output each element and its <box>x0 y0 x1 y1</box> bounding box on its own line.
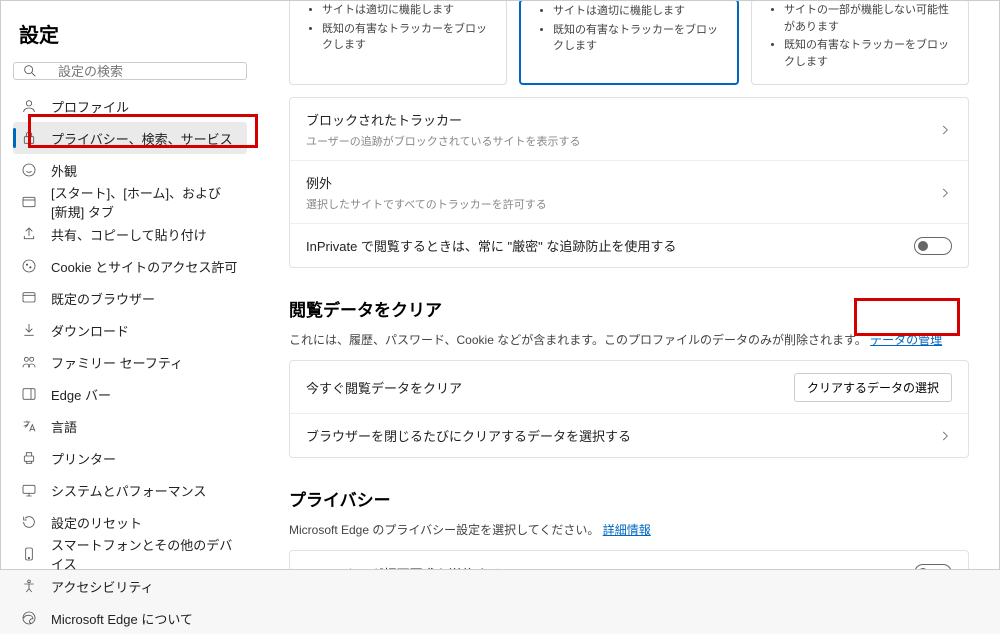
card-item: 既知の有害なトラッカーをブロックします <box>553 22 723 55</box>
row-subtitle: ユーザーの追跡がブロックされているサイトを表示する <box>306 133 580 149</box>
language-icon <box>21 418 37 434</box>
clear-data-rows: 今すぐ閲覧データをクリア クリアするデータの選択 ブラウザーを閉じるたびにクリア… <box>289 360 969 458</box>
nav-label: プライバシー、検索、サービス <box>51 129 233 148</box>
row-title: トラッキング拒否要求を送信する <box>306 564 501 570</box>
share-icon <box>21 226 37 242</box>
nav-label: 設定のリセット <box>51 513 142 532</box>
nav-label: 既定のブラウザー <box>51 289 155 308</box>
nav: プロファイル プライバシー、検索、サービス 外観 [スタート]、[ホーム]、およ… <box>13 90 247 634</box>
nav-downloads[interactable]: ダウンロード <box>13 314 247 346</box>
tab-icon <box>21 194 37 210</box>
chevron-right-icon <box>938 429 952 443</box>
printer-icon <box>21 450 37 466</box>
manage-data-link[interactable]: データの管理 <box>870 333 942 347</box>
nav-label: Edge バー <box>51 385 111 404</box>
clear-data-desc: これには、履歴、パスワード、Cookie などが含まれます。このプロファイルのデ… <box>289 331 969 348</box>
do-not-track-row: トラッキング拒否要求を送信する <box>290 551 968 569</box>
chevron-right-icon <box>938 186 952 200</box>
nav-appearance[interactable]: 外観 <box>13 154 247 186</box>
card-item: 既知の有害なトラッカーをブロックします <box>322 21 492 54</box>
nav-system[interactable]: システムとパフォーマンス <box>13 474 247 506</box>
phone-icon <box>21 546 37 562</box>
nav-about[interactable]: Microsoft Edge について <box>13 602 247 634</box>
person-icon <box>21 98 37 114</box>
nav-label: 言語 <box>51 417 77 436</box>
search-icon <box>22 63 38 79</box>
nav-cookies[interactable]: Cookie とサイトのアクセス許可 <box>13 250 247 282</box>
card-item: 既知の有害なトラッカーをブロックします <box>784 37 954 70</box>
nav-label: プリンター <box>51 449 116 468</box>
row-title: InPrivate で閲覧するときは、常に "厳密" な追跡防止を使用する <box>306 236 676 255</box>
cookie-icon <box>21 258 37 274</box>
privacy-desc: Microsoft Edge のプライバシー設定を選択してください。 詳細情報 <box>289 521 969 538</box>
nav-printers[interactable]: プリンター <box>13 442 247 474</box>
exceptions-row[interactable]: 例外 選択したサイトですべてのトラッカーを許可する <box>290 160 968 224</box>
nav-label: ファミリー セーフティ <box>51 353 183 372</box>
nav-privacy[interactable]: プライバシー、検索、サービス <box>13 122 247 154</box>
clear-now-row: 今すぐ閲覧データをクリア クリアするデータの選択 <box>290 361 968 414</box>
clear-data-heading: 閲覧データをクリア <box>289 296 969 321</box>
privacy-more-link[interactable]: 詳細情報 <box>603 523 651 537</box>
choose-what-to-clear-button[interactable]: クリアするデータの選択 <box>794 373 952 402</box>
reset-icon <box>21 514 37 530</box>
tracking-card-balanced[interactable]: サイトは適切に機能します 既知の有害なトラッカーをブロックします <box>519 1 739 85</box>
nav-label: 共有、コピーして貼り付け <box>51 225 207 244</box>
nav-label: プロファイル <box>51 97 129 116</box>
do-not-track-toggle[interactable] <box>914 564 952 569</box>
search-box[interactable] <box>13 62 247 80</box>
nav-reset[interactable]: 設定のリセット <box>13 506 247 538</box>
appearance-icon <box>21 162 37 178</box>
nav-label: Microsoft Edge について <box>51 609 193 628</box>
blocked-trackers-row[interactable]: ブロックされたトラッカー ユーザーの追跡がブロックされているサイトを表示する <box>290 98 968 161</box>
download-icon <box>21 322 37 338</box>
nav-default-browser[interactable]: 既定のブラウザー <box>13 282 247 314</box>
nav-family[interactable]: ファミリー セーフティ <box>13 346 247 378</box>
tracking-card-strict[interactable]: サイトの一部が機能しない可能性があります 既知の有害なトラッカーをブロックします <box>751 1 969 85</box>
tracking-rows: ブロックされたトラッカー ユーザーの追跡がブロックされているサイトを表示する 例… <box>289 97 969 268</box>
nav-start[interactable]: [スタート]、[ホーム]、および [新規] タブ <box>13 186 247 218</box>
nav-label: アクセシビリティ <box>51 577 154 596</box>
main-content: サイトは適切に機能します 既知の有害なトラッカーをブロックします サイトは適切に… <box>259 1 999 569</box>
sidebar-icon <box>21 386 37 402</box>
card-item: サイトの一部が機能しない可能性があります <box>784 2 954 35</box>
sidebar: 設定 プロファイル プライバシー、検索、サービス 外観 [スタート]、[ホー <box>1 1 259 569</box>
family-icon <box>21 354 37 370</box>
lock-icon <box>21 130 37 146</box>
nav-profile[interactable]: プロファイル <box>13 90 247 122</box>
nav-label: Cookie とサイトのアクセス許可 <box>51 257 237 276</box>
nav-phone[interactable]: スマートフォンとその他のデバイス <box>13 538 247 570</box>
browser-icon <box>21 290 37 306</box>
search-input[interactable] <box>58 64 238 79</box>
system-icon <box>21 482 37 498</box>
tracking-level-cards: サイトは適切に機能します 既知の有害なトラッカーをブロックします サイトは適切に… <box>289 1 969 85</box>
clear-on-close-row[interactable]: ブラウザーを閉じるたびにクリアするデータを選択する <box>290 413 968 457</box>
inprivate-strict-row: InPrivate で閲覧するときは、常に "厳密" な追跡防止を使用する <box>290 223 968 267</box>
row-title: ブラウザーを閉じるたびにクリアするデータを選択する <box>306 426 631 445</box>
nav-edgebar[interactable]: Edge バー <box>13 378 247 410</box>
desc-text: Microsoft Edge のプライバシー設定を選択してください。 <box>289 523 599 537</box>
privacy-heading: プライバシー <box>289 486 969 511</box>
nav-accessibility[interactable]: アクセシビリティ <box>13 570 247 602</box>
chevron-right-icon <box>938 123 952 137</box>
row-title: 例外 <box>306 173 547 192</box>
nav-label: [スタート]、[ホーム]、および [新規] タブ <box>51 183 239 221</box>
desc-text: これには、履歴、パスワード、Cookie などが含まれます。このプロファイルのデ… <box>289 333 867 347</box>
card-item: サイトは適切に機能します <box>322 2 492 19</box>
nav-label: システムとパフォーマンス <box>51 481 206 500</box>
edge-icon <box>21 610 37 626</box>
nav-label: スマートフォンとその他のデバイス <box>51 535 239 573</box>
nav-share[interactable]: 共有、コピーして貼り付け <box>13 218 247 250</box>
nav-label: ダウンロード <box>51 321 129 340</box>
tracking-card-basic[interactable]: サイトは適切に機能します 既知の有害なトラッカーをブロックします <box>289 1 507 85</box>
accessibility-icon <box>21 578 37 594</box>
nav-label: 外観 <box>51 161 77 180</box>
row-subtitle: 選択したサイトですべてのトラッカーを許可する <box>306 196 547 212</box>
inprivate-strict-toggle[interactable] <box>914 237 952 255</box>
row-title: 今すぐ閲覧データをクリア <box>306 378 462 397</box>
page-title: 設定 <box>13 19 247 48</box>
nav-languages[interactable]: 言語 <box>13 410 247 442</box>
card-item: サイトは適切に機能します <box>553 3 723 20</box>
privacy-rows: トラッキング拒否要求を送信する 支払い方法が保存されているかどうかをサイトで確認… <box>289 550 969 569</box>
row-title: ブロックされたトラッカー <box>306 110 580 129</box>
